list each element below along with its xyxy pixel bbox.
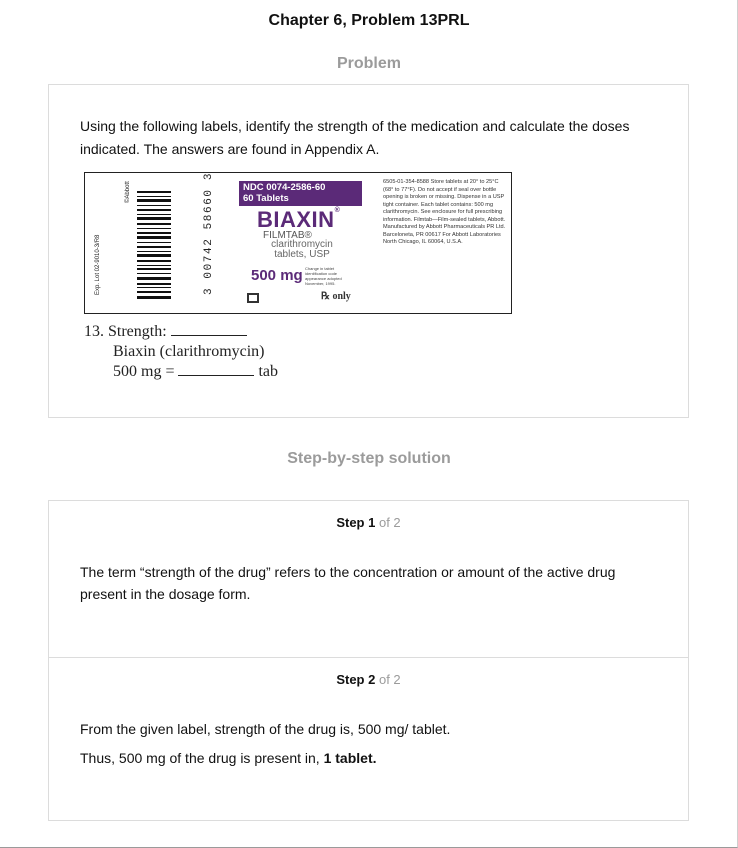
ndc-band: NDC 0074-2586-60 60 Tablets — [239, 181, 362, 206]
problem-text: Using the following labels, identify the… — [80, 118, 630, 157]
upc-digits: 3 00742 58660 3 — [203, 171, 215, 295]
generic-name: clarithromycin tablets, USP — [271, 239, 333, 260]
label-lot-text: Exp. Lot 02-9010-3/R8 — [95, 234, 101, 295]
question-13: 13. Strength: Biaxin (clarithromycin) 50… — [84, 322, 278, 382]
strength-blank — [170, 322, 247, 336]
dose-strength: 500 mg — [251, 267, 303, 284]
rx-only: ℞ only — [321, 291, 351, 302]
problem-heading: Problem — [336, 55, 401, 72]
ndc-number: NDC 0074-2586-60 — [243, 182, 326, 193]
tablet-change-note: Change in tablet identification code app… — [305, 266, 342, 286]
solution-heading: Step-by-step solution — [287, 450, 451, 467]
step-2-text-line1: From the given label, strength of the dr… — [80, 721, 451, 737]
step-1: Step 1 of 2 The term “strength of the dr… — [49, 501, 688, 658]
step-2: Step 2 of 2 From the given label, streng… — [49, 658, 688, 821]
tablet-count: 60 Tablets — [243, 193, 289, 204]
step-1-label: Step 1 of 2 — [336, 515, 401, 530]
step-1-text: The term “strength of the drug” refers t… — [80, 564, 616, 602]
step-2-label: Step 2 of 2 — [336, 672, 401, 687]
problem-card: Using the following labels, identify the… — [48, 84, 689, 418]
question-number: 13. Strength: — [84, 323, 167, 340]
step-2-text-line2: Thus, 500 mg of the drug is present in, … — [80, 750, 377, 766]
dose-blank — [178, 362, 255, 376]
question-drug: Biaxin (clarithromycin) — [113, 343, 265, 360]
drug-label-image: Exp. Lot 02-9010-3/R8 ©Abbott 3 00742 58… — [84, 172, 512, 314]
question-dose-line: 500 mg = tab — [113, 362, 279, 380]
step-2-answer: 1 tablet. — [323, 750, 377, 766]
label-abbott-vertical: ©Abbott — [125, 181, 131, 203]
page-title: Chapter 6, Problem 13PRL — [268, 12, 470, 29]
barcode — [137, 191, 171, 299]
label-storage-info: 6505-01-354-8588 Store tablets at 20° to… — [383, 179, 506, 245]
steps-card: Step 1 of 2 The term “strength of the dr… — [48, 500, 689, 821]
abbott-logo-icon — [247, 293, 259, 303]
